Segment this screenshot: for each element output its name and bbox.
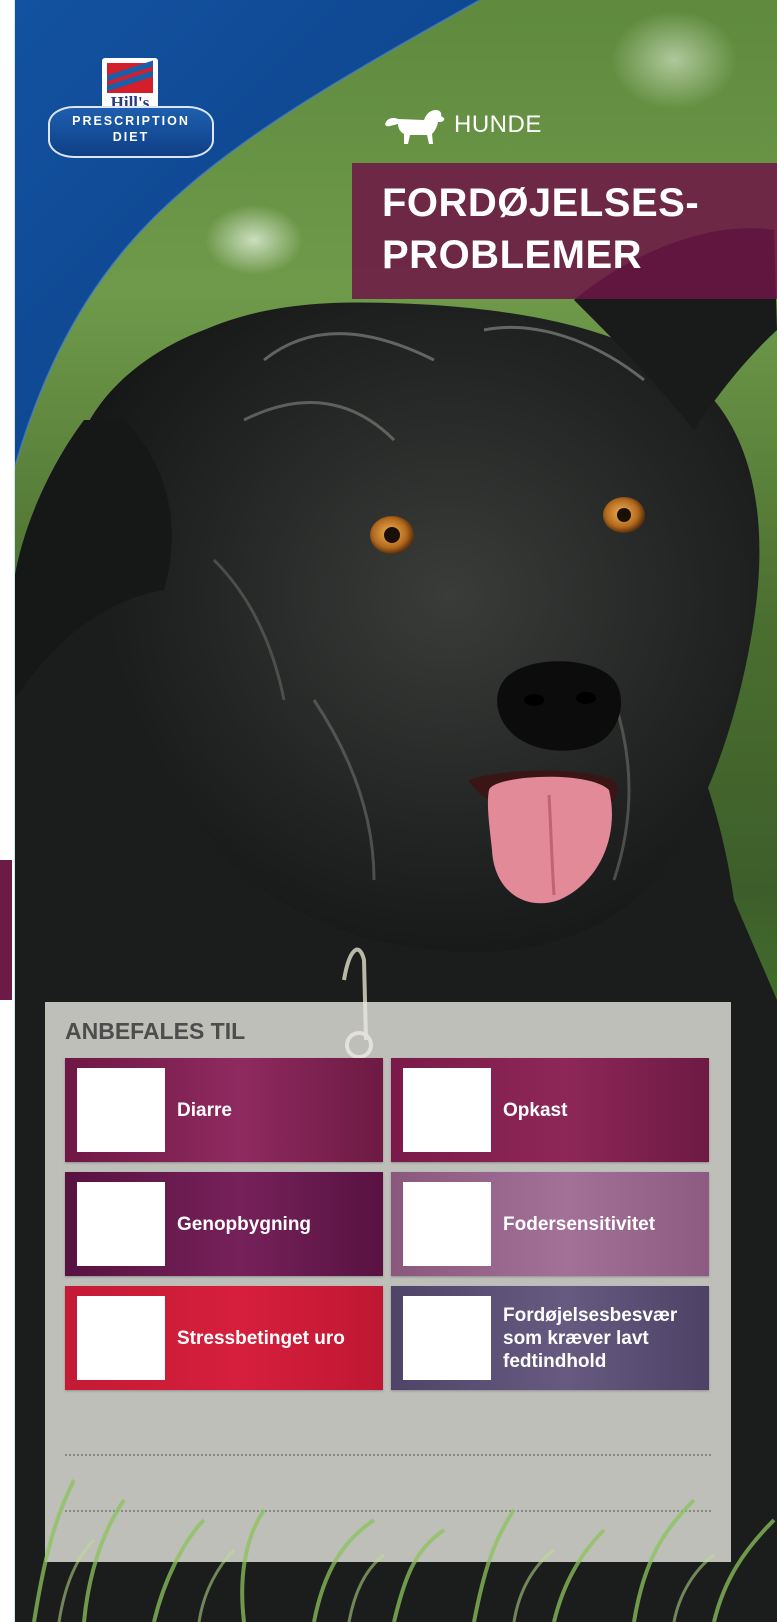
indication-label: Opkast [503, 1099, 568, 1121]
indication-fodersensitivitet: Fodersensitivitet [391, 1172, 709, 1276]
leaflet-page: Hill's PRESCRIPTION DIET HUNDE FORDØJELS… [0, 0, 777, 1622]
species-tag: HUNDE [380, 104, 542, 146]
indication-label: Stressbetinget uro [177, 1327, 345, 1349]
panel-heading: ANBEFALES TIL [65, 1018, 246, 1044]
recommendation-panel: ANBEFALES TIL Diarre Opkast Genopbygning… [45, 1002, 731, 1562]
indication-label: Fodersensitivitet [503, 1213, 656, 1235]
species-label: HUNDE [454, 111, 542, 138]
left-margin-strip [0, 0, 15, 1622]
checkbox[interactable] [403, 1068, 491, 1152]
title-line-1: FORDØJELSES- [382, 181, 700, 225]
write-in-line[interactable] [65, 1510, 711, 1512]
indication-label: Diarre [177, 1099, 232, 1121]
left-color-tab [0, 860, 12, 1000]
indication-genopbygning: Genopbygning [65, 1172, 383, 1276]
logo-line-diet: DIET [112, 130, 150, 144]
logo-band: PRESCRIPTION DIET [48, 106, 214, 158]
indication-opkast: Opkast [391, 1058, 709, 1162]
checkbox[interactable] [77, 1182, 165, 1266]
indication-label: Genopbygning [177, 1213, 312, 1235]
checkbox[interactable] [403, 1296, 491, 1380]
title-line-2: PROBLEMER [382, 233, 643, 277]
indication-label: Fordøjelsesbesvær som kræver lavt fedtin… [503, 1304, 678, 1372]
indication-stressbetinget-uro: Stressbetinget uro [65, 1286, 383, 1390]
checkbox[interactable] [77, 1068, 165, 1152]
dog-icon [385, 110, 445, 144]
title-banner: FORDØJELSES- PROBLEMER [352, 163, 777, 299]
hills-prescription-diet-logo: Hill's PRESCRIPTION DIET [48, 58, 214, 158]
checkbox[interactable] [77, 1296, 165, 1380]
write-in-line[interactable] [65, 1454, 711, 1456]
checkbox[interactable] [403, 1182, 491, 1266]
indication-fordojelsesbesvaer: Fordøjelsesbesvær som kræver lavt fedtin… [391, 1286, 709, 1390]
indication-diarre: Diarre [65, 1058, 383, 1162]
logo-line-prescription: PRESCRIPTION [72, 114, 190, 128]
